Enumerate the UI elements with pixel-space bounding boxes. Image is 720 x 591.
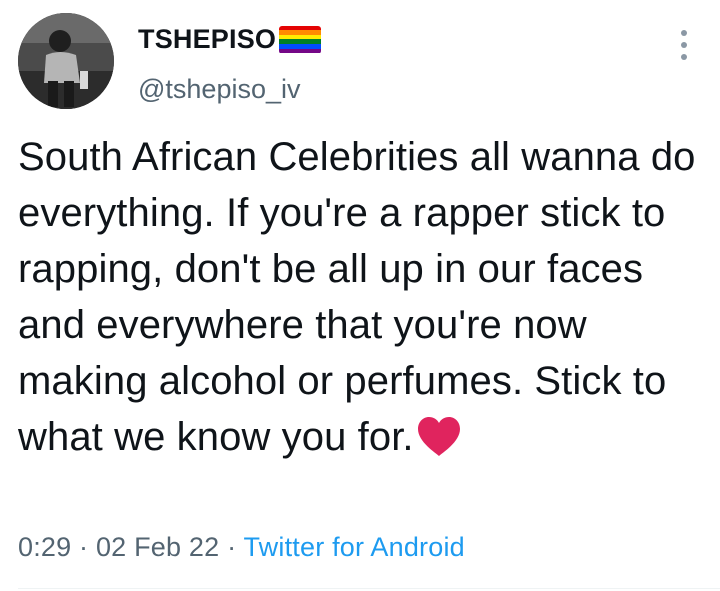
meta-separator: ·: [219, 532, 244, 562]
tweet-source-link[interactable]: Twitter for Android: [243, 532, 464, 562]
tweet-text-container: South African Celebrities all wanna do e…: [18, 129, 708, 465]
red-heart-icon: [417, 417, 460, 456]
dot: [681, 30, 687, 36]
tweet-date[interactable]: 02 Feb 22: [96, 532, 219, 562]
avatar-photo: [18, 13, 114, 109]
more-options-icon[interactable]: [672, 30, 696, 60]
tweet-time[interactable]: 0:29: [18, 532, 71, 562]
display-name[interactable]: TSHEPISO: [138, 24, 276, 55]
tweet-card: TSHEPISO @tshepiso_iv South African Cele…: [0, 0, 720, 591]
dot: [681, 54, 687, 60]
divider: [18, 588, 720, 589]
tweet-text: South African Celebrities all wanna do e…: [18, 135, 696, 459]
display-name-row[interactable]: TSHEPISO: [138, 24, 322, 55]
rainbow-flag-icon: [279, 25, 322, 54]
meta-separator: ·: [71, 532, 96, 562]
avatar[interactable]: [18, 13, 114, 109]
dot: [681, 42, 687, 48]
user-handle[interactable]: @tshepiso_iv: [138, 74, 301, 105]
tweet-meta: 0:29 · 02 Feb 22 · Twitter for Android: [18, 532, 465, 563]
flag-stripe: [279, 48, 322, 54]
